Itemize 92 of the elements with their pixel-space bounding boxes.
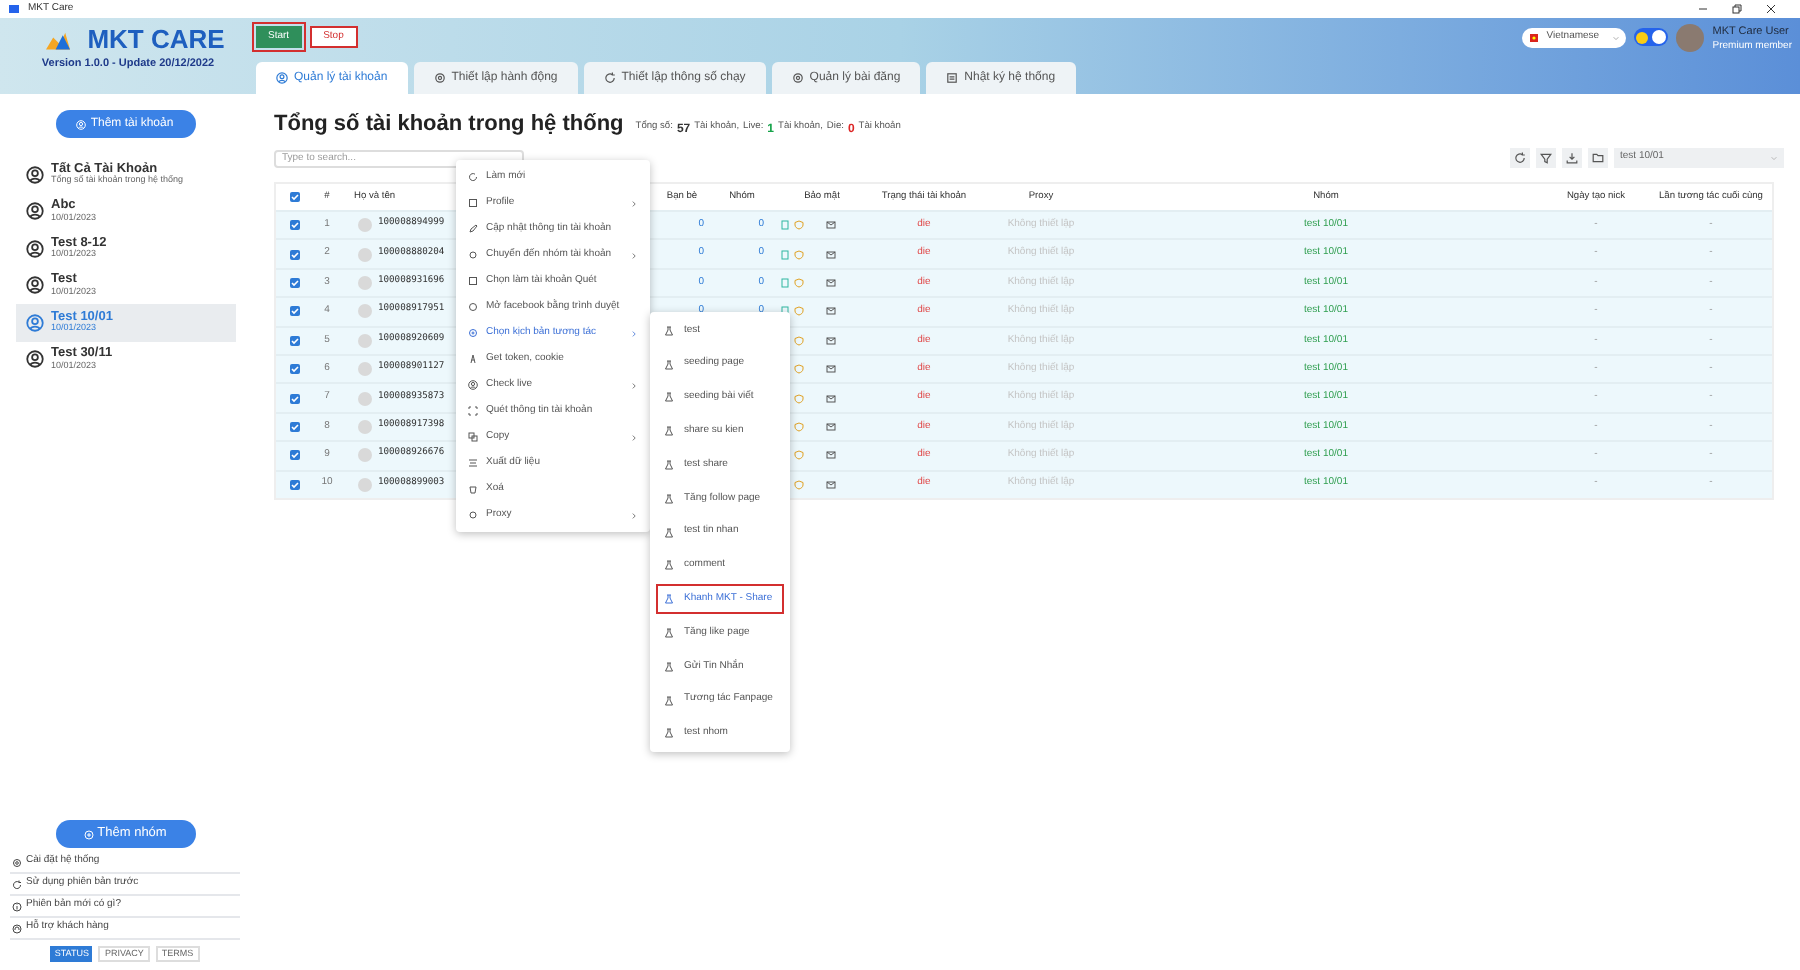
checkbox[interactable] [289,393,299,404]
shield-icon [794,220,804,231]
list-icon [946,72,959,84]
checkbox[interactable] [289,192,299,202]
mail-icon [826,249,836,260]
shield-icon [794,479,804,490]
menu-item-icon [468,250,478,260]
shield-icon [794,421,804,432]
mail-icon [826,220,836,231]
mail-icon [826,277,836,288]
menu-item-icon [468,510,478,520]
info-icon [12,901,22,911]
menu-item-icon [468,354,478,364]
person-icon [25,202,43,221]
flask-icon [664,426,674,437]
menu-item-icon [468,302,478,312]
person-icon [25,239,43,258]
caret-icon [1612,34,1621,42]
gear-icon [433,72,446,84]
plus-circle-icon [83,829,94,839]
minimize-icon [1698,4,1708,14]
avatar [1676,24,1705,52]
mail-icon [826,450,836,461]
flask-icon [664,460,674,471]
shield-icon [794,364,804,375]
shield-icon [794,335,804,346]
mail-icon [826,335,836,346]
mail-icon [826,364,836,375]
person-icon [25,313,43,332]
document-icon [780,249,790,260]
page-title: Tổng số tài khoản trong hệ thống [274,114,624,136]
menu-item-icon [468,198,478,208]
document-icon [780,220,790,231]
menu-item-icon [468,276,478,286]
checkbox[interactable] [289,335,299,346]
checkbox[interactable] [289,479,299,490]
flask-icon [664,392,674,403]
flask-icon [664,628,674,639]
checkbox[interactable] [289,421,299,432]
shield-icon [794,393,804,404]
person-icon [276,72,288,84]
shield-icon [794,450,804,461]
theme-toggle[interactable] [1634,28,1669,46]
menu-item-icon [468,172,478,182]
person-icon [25,276,43,295]
flask-icon [664,728,674,739]
flask-icon [664,325,674,336]
mail-icon [826,421,836,432]
flask-icon [664,493,674,504]
flask-icon [664,695,674,706]
close-icon [1766,4,1776,14]
flask-icon [664,661,674,672]
checkbox[interactable] [289,249,299,260]
checkbox[interactable] [289,220,299,231]
checkbox[interactable] [289,450,299,461]
folder-button[interactable] [1588,148,1608,168]
document-icon [780,277,790,288]
mail-icon [826,306,836,317]
checkbox[interactable] [289,306,299,317]
flask-icon [664,560,674,571]
person-add-icon [76,119,87,129]
refresh-icon [12,879,22,889]
filter-button[interactable] [1536,148,1556,168]
menu-item-icon [468,224,478,234]
flag-icon [1528,34,1541,42]
headset-icon [12,923,22,933]
menu-item-icon [468,328,478,338]
flask-icon [664,594,674,605]
checkbox[interactable] [289,364,299,375]
shield-icon [794,277,804,288]
shield-icon [794,249,804,260]
download-button[interactable] [1562,148,1582,168]
person-icon [25,350,43,369]
shield-icon [794,306,804,317]
flask-icon [664,359,674,370]
menu-item-icon [468,432,478,442]
menu-item-icon [468,406,478,416]
checkbox[interactable] [289,277,299,288]
gear-icon [791,72,804,84]
menu-item-icon [468,484,478,494]
refresh-button[interactable] [1510,148,1530,168]
person-icon [25,165,43,184]
gear-icon [12,857,22,867]
mail-icon [826,479,836,490]
flask-icon [664,527,674,538]
mail-icon [826,393,836,404]
logo-text: MKT CARE [87,26,225,52]
restore-icon [1732,4,1742,14]
menu-item-icon [468,458,478,468]
menu-item-icon [468,380,478,390]
app-icon [8,4,20,14]
refresh-icon [603,72,616,84]
